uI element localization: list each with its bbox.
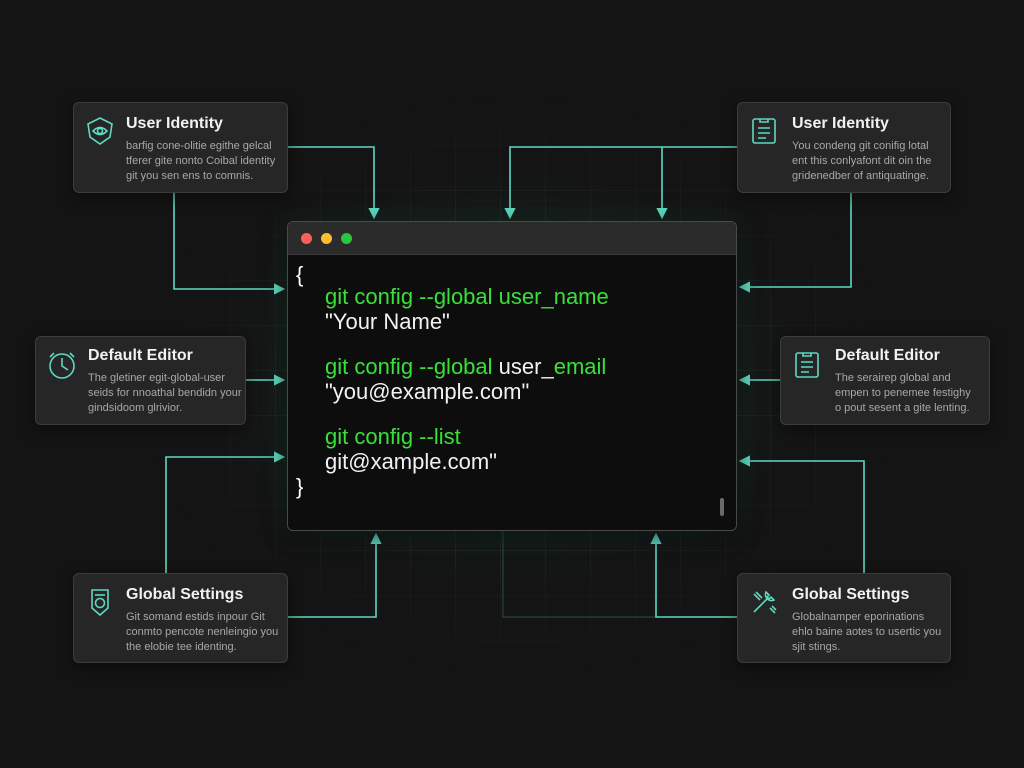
close-dot-icon[interactable]: [301, 233, 312, 244]
card-description: barfig cone-olitie egithe gelcal tferer …: [126, 140, 276, 182]
card-description: Globalnamper eporinations ehlo baine aot…: [792, 611, 942, 653]
card-title: Default Editor: [88, 347, 193, 364]
terminal-titlebar: [288, 222, 736, 255]
connector-br-to-terminal-right: [738, 455, 865, 573]
tools-icon: [753, 590, 777, 614]
card-description: Git somand estids inpour Git conmto penc…: [126, 611, 279, 653]
id-card-icon: [752, 118, 776, 144]
card-title: Global Settings: [792, 586, 910, 603]
card-default-editor-right: Default Editor The serairep global and e…: [780, 336, 990, 425]
maximize-dot-icon[interactable]: [341, 233, 352, 244]
card-global-settings-left: Global Settings Git somand estids inpour…: [73, 573, 288, 663]
connector-tr-to-terminal-right: [738, 193, 852, 293]
clock-icon: [49, 352, 75, 379]
card-user-identity-right: User Identity You condeng git conifig lo…: [737, 102, 951, 193]
gear-shield-icon: [91, 589, 109, 617]
card-title: User Identity: [792, 115, 889, 132]
card-default-editor-left: Default Editor The gletiner egit-global-…: [35, 336, 246, 425]
terminal-window: { git config --global user_name "Your Na…: [287, 221, 737, 531]
diagram-canvas: User Identity barfig cone-olitie egithe …: [0, 0, 1024, 768]
card-global-settings-right: Global Settings Globalnamper eporination…: [737, 573, 951, 663]
connector-tl-to-terminal-left: [173, 193, 286, 295]
connector-faint-bottom: [502, 531, 656, 618]
card-description: The gletiner egit-global-user seids for …: [88, 372, 242, 414]
close-brace: }: [296, 474, 304, 499]
minimize-dot-icon[interactable]: [321, 233, 332, 244]
card-title: Default Editor: [835, 347, 940, 364]
card-user-identity-left: User Identity barfig cone-olitie egithe …: [73, 102, 288, 193]
shield-eye-icon: [87, 117, 113, 145]
code-line-5: git config --list: [325, 424, 461, 449]
code-line-1: git config --global user_name: [325, 284, 609, 309]
open-brace: {: [296, 262, 304, 287]
code-line-4: "you@example.com": [325, 379, 530, 404]
connector-tr-to-terminal-top-a: [504, 146, 737, 220]
connector-bl-to-terminal-bottom: [288, 532, 382, 618]
connector-tl-to-terminal-top: [288, 146, 380, 220]
terminal-scrollbar[interactable]: [720, 498, 724, 516]
card-description: You condeng git conifig lotal ent this c…: [792, 140, 932, 182]
code-line-2: "Your Name": [325, 309, 450, 334]
connector-bl-to-terminal-left: [165, 451, 286, 573]
card-title: Global Settings: [126, 586, 244, 603]
document-icon: [795, 352, 819, 378]
card-title: User Identity: [126, 115, 223, 132]
card-description: The serairep global and empen to penemee…: [835, 372, 971, 414]
code-line-6: git@xample.com": [325, 449, 497, 474]
code-line-3: git config --global user_email: [325, 354, 607, 379]
connector-br-to-terminal-bottom: [650, 532, 737, 618]
